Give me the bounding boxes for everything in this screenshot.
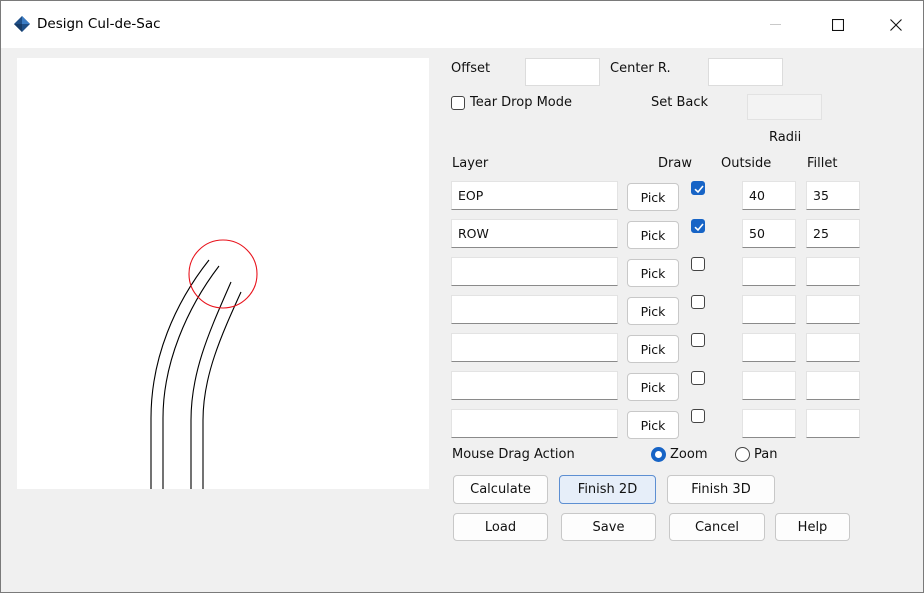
layer-name-field[interactable] xyxy=(451,409,618,438)
maximize-button[interactable] xyxy=(815,1,861,48)
tear-drop-checkbox[interactable] xyxy=(451,96,465,110)
fillet-radius-field[interactable] xyxy=(806,219,860,248)
layer-name-field[interactable] xyxy=(451,333,618,362)
check-icon xyxy=(694,185,704,194)
cancel-button[interactable]: Cancel xyxy=(669,513,765,541)
offset-field[interactable] xyxy=(525,58,600,86)
maximize-icon xyxy=(832,18,844,31)
dialog-window: Design Cul-de-Sac Offset Center R. Tear … xyxy=(0,0,924,593)
layer-name-field[interactable] xyxy=(451,257,618,286)
pick-button[interactable]: Pick xyxy=(627,411,679,439)
pick-button[interactable]: Pick xyxy=(627,221,679,249)
draw-checkbox[interactable] xyxy=(691,219,705,233)
draw-checkbox[interactable] xyxy=(691,257,705,271)
outside-radius-field[interactable] xyxy=(742,333,796,362)
cul-de-sac-preview xyxy=(150,239,258,489)
calculate-button[interactable]: Calculate xyxy=(453,475,548,504)
mouse-drag-label: Mouse Drag Action xyxy=(452,447,575,462)
help-button[interactable]: Help xyxy=(775,513,850,541)
fillet-radius-field[interactable] xyxy=(806,409,860,438)
center-r-label: Center R. xyxy=(610,61,671,76)
pick-button[interactable]: Pick xyxy=(627,259,679,287)
draw-header: Draw xyxy=(658,156,692,171)
set-back-label: Set Back xyxy=(651,95,709,110)
close-button[interactable] xyxy=(873,1,919,48)
pick-button[interactable]: Pick xyxy=(627,335,679,363)
zoom-radio[interactable] xyxy=(651,447,666,462)
zoom-radio-label: Zoom xyxy=(670,447,708,462)
outside-radius-field[interactable] xyxy=(742,181,796,210)
layer-name-field[interactable] xyxy=(451,219,618,248)
outside-header: Outside xyxy=(721,156,772,171)
pick-button[interactable]: Pick xyxy=(627,183,679,211)
save-button[interactable]: Save xyxy=(561,513,656,541)
center-r-field[interactable] xyxy=(708,58,783,86)
outside-radius-field[interactable] xyxy=(742,257,796,286)
tear-drop-label: Tear Drop Mode xyxy=(470,95,573,110)
fillet-radius-field[interactable] xyxy=(806,333,860,362)
outside-radius-field[interactable] xyxy=(742,219,796,248)
fillet-radius-field[interactable] xyxy=(806,371,860,400)
set-back-field[interactable] xyxy=(747,94,822,120)
load-button[interactable]: Load xyxy=(453,513,548,541)
pan-radio-label: Pan xyxy=(754,447,778,462)
outside-radius-field[interactable] xyxy=(742,295,796,324)
window-title: Design Cul-de-Sac xyxy=(37,16,161,32)
autodesk-diamond-icon xyxy=(13,15,31,37)
layer-name-field[interactable] xyxy=(451,181,618,210)
fillet-radius-field[interactable] xyxy=(806,295,860,324)
minimize-button[interactable] xyxy=(753,1,799,48)
check-icon xyxy=(694,223,704,232)
close-icon xyxy=(890,18,902,31)
finish-2d-button[interactable]: Finish 2D xyxy=(559,475,656,504)
preview-canvas[interactable] xyxy=(17,58,429,489)
offset-label: Offset xyxy=(451,61,491,76)
fillet-radius-field[interactable] xyxy=(806,181,860,210)
draw-checkbox[interactable] xyxy=(691,409,705,423)
draw-checkbox[interactable] xyxy=(691,371,705,385)
fillet-header: Fillet xyxy=(807,156,838,171)
layer-header: Layer xyxy=(452,156,489,171)
layer-name-field[interactable] xyxy=(451,371,618,400)
pick-button[interactable]: Pick xyxy=(627,373,679,401)
layer-name-field[interactable] xyxy=(451,295,618,324)
title-bar: Design Cul-de-Sac xyxy=(1,1,923,48)
pick-button[interactable]: Pick xyxy=(627,297,679,325)
radii-header: Radii xyxy=(769,130,802,145)
outside-radius-field[interactable] xyxy=(742,409,796,438)
draw-checkbox[interactable] xyxy=(691,181,705,195)
outside-radius-field[interactable] xyxy=(742,371,796,400)
draw-checkbox[interactable] xyxy=(691,295,705,309)
fillet-radius-field[interactable] xyxy=(806,257,860,286)
minimize-icon xyxy=(770,23,781,25)
pan-radio[interactable] xyxy=(735,447,750,462)
finish-3d-button[interactable]: Finish 3D xyxy=(667,475,775,504)
draw-checkbox[interactable] xyxy=(691,333,705,347)
